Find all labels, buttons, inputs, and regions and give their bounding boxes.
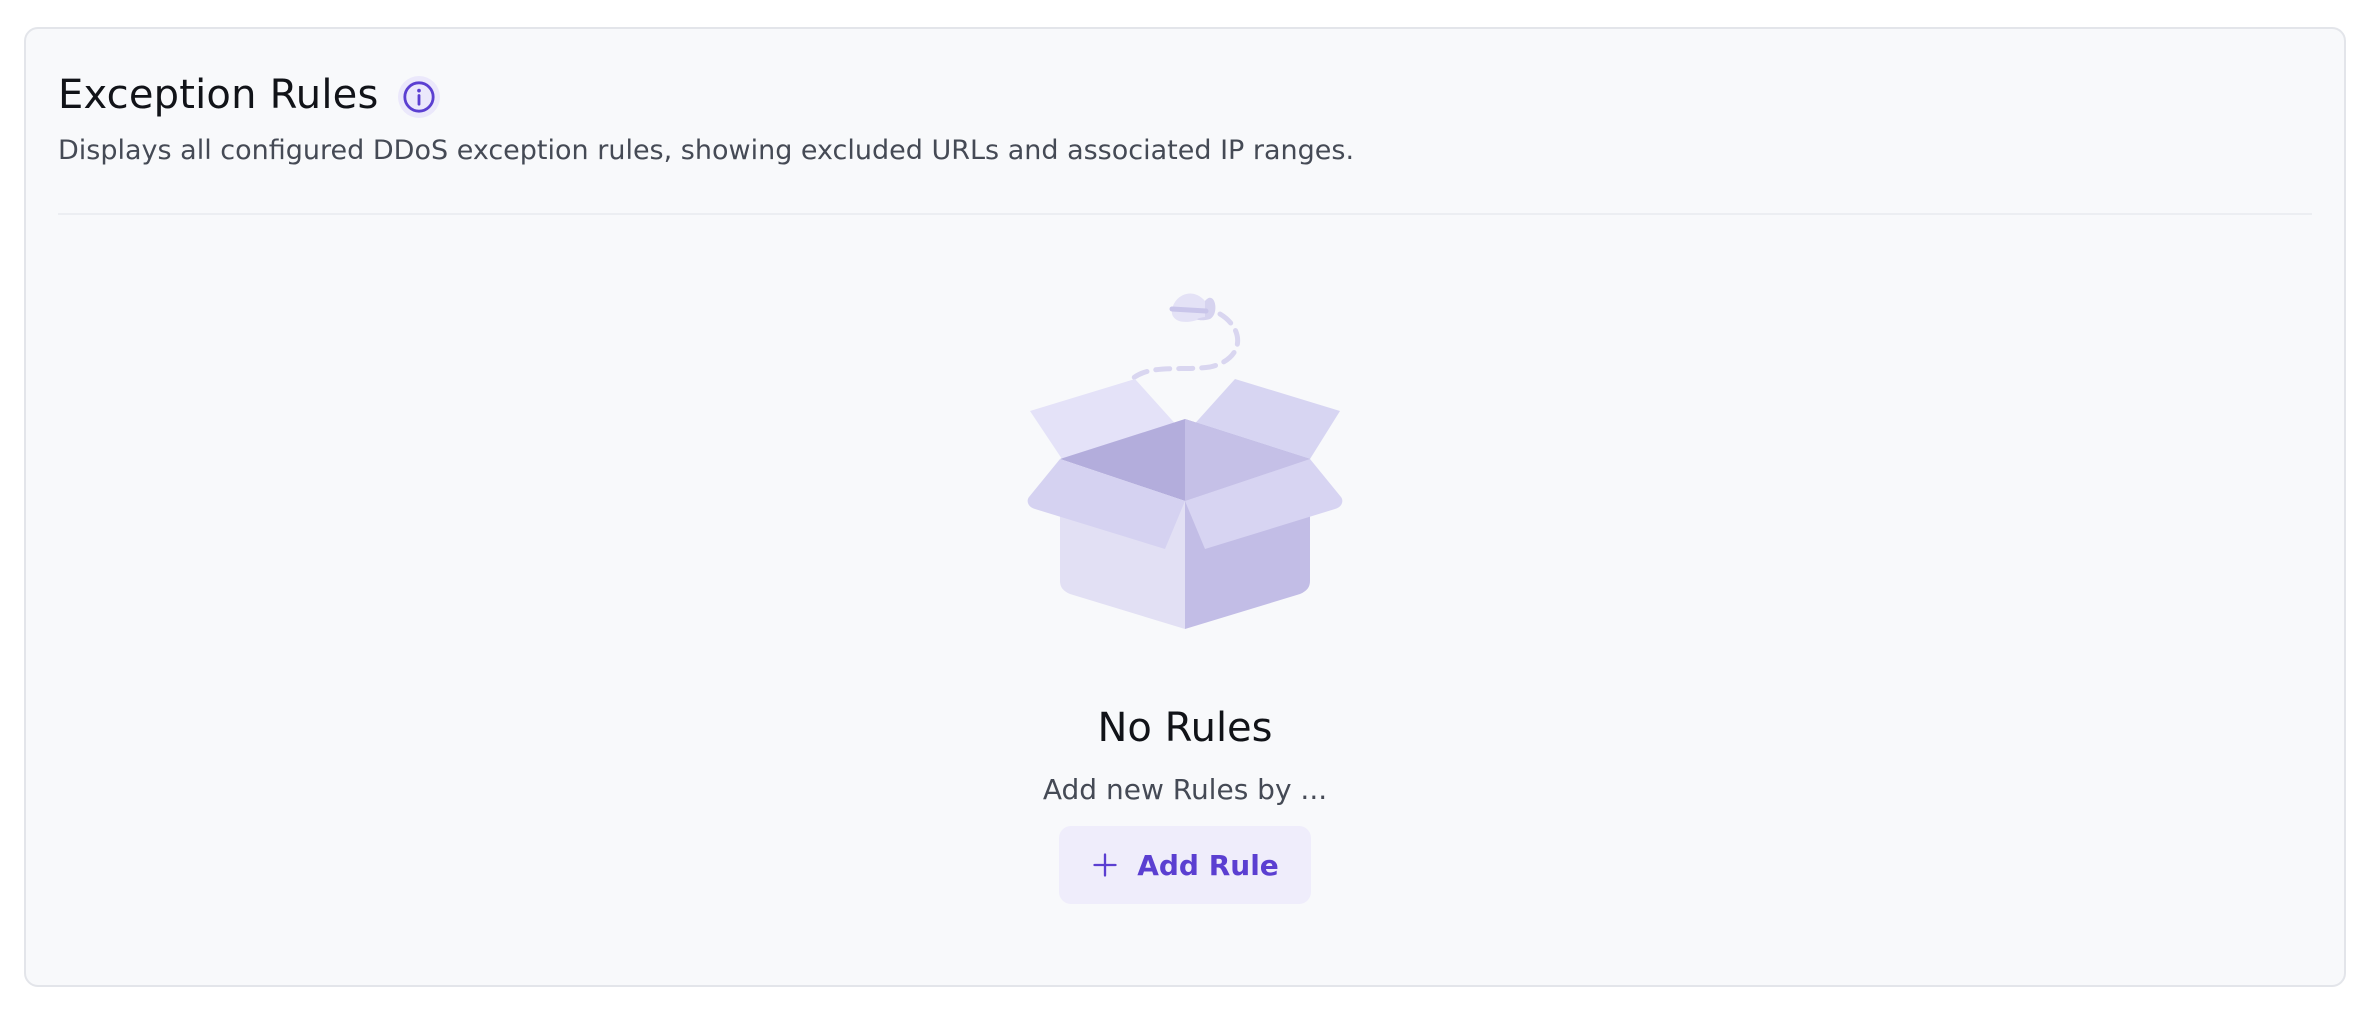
empty-state-description: Add new Rules by ... [1042, 773, 1328, 806]
panel-subtitle: Displays all configured DDoS exception r… [58, 135, 1355, 166]
exception-rules-panel: Exception Rules Displays all configured … [24, 27, 2346, 987]
info-circle-icon [403, 81, 436, 113]
info-icon[interactable] [398, 76, 441, 118]
add-rule-button-label: Add Rule [1137, 848, 1279, 882]
empty-box-illustration [1027, 293, 1343, 629]
header-divider [58, 213, 2312, 215]
add-rule-button[interactable]: Add Rule [1059, 826, 1311, 904]
plus-icon [1093, 853, 1117, 877]
panel-header: Exception Rules Displays all configured … [58, 67, 2312, 166]
empty-state-title: No Rules [1097, 705, 1273, 751]
title-row: Exception Rules [58, 67, 2312, 123]
butterfly-icon [1169, 293, 1216, 322]
empty-state: No Rules Add new Rules by ... Add Rule [26, 269, 2344, 904]
panel-title: Exception Rules [58, 72, 379, 118]
